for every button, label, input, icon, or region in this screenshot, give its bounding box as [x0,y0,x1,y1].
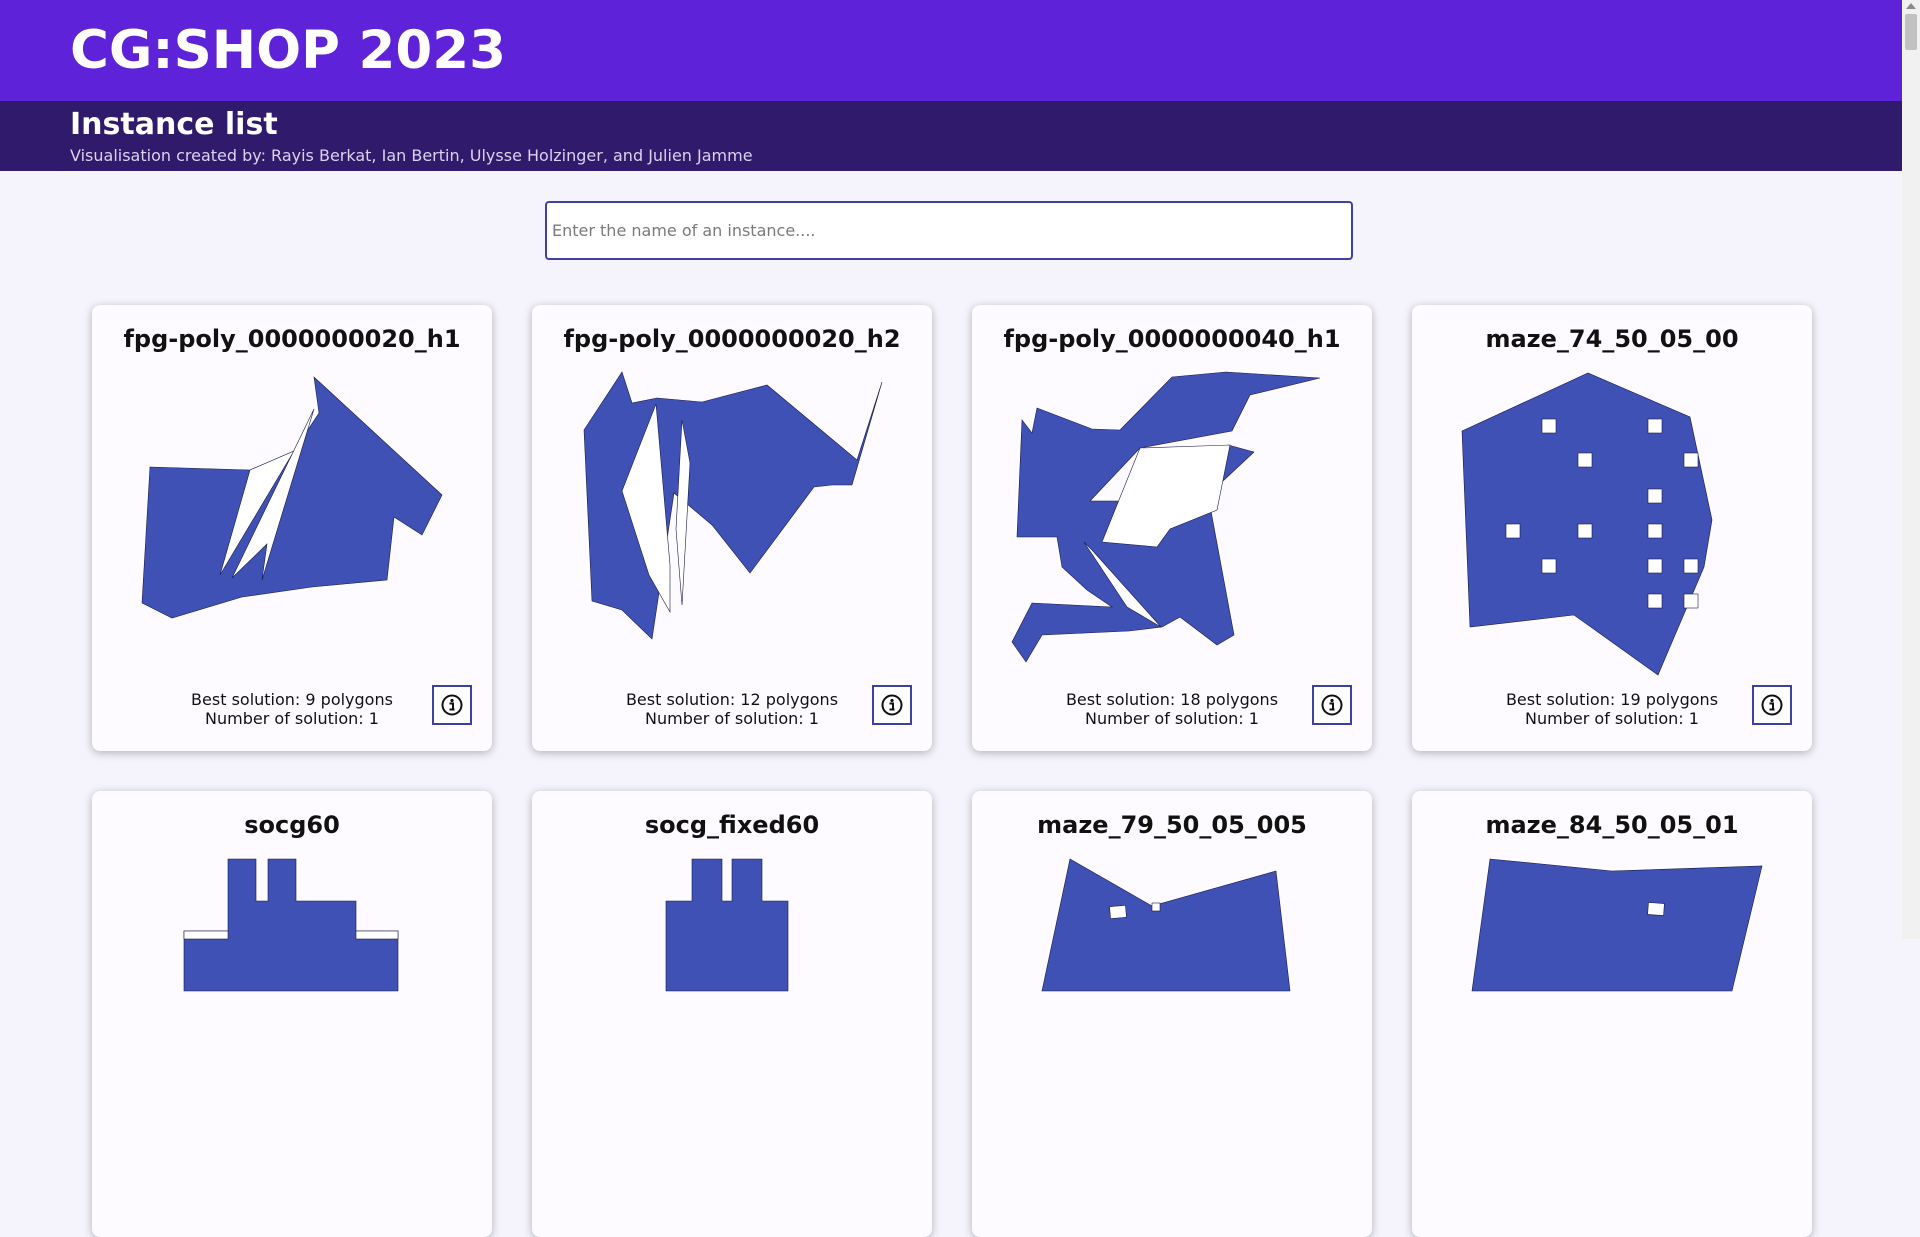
instance-polygon-preview [1041,858,1291,992]
site-title: CG:SHOP 2023 [70,20,506,81]
instance-card[interactable]: fpg-poly_0000000020_h1 Best solution: 9 … [92,305,492,751]
credits-text: Visualisation created by: Rayis Berkat, … [70,146,753,165]
instance-polygon-preview [183,858,399,992]
info-button[interactable] [1752,685,1792,725]
info-icon [1321,694,1343,716]
instance-card[interactable]: maze_84_50_05_01 [1412,791,1812,1237]
instance-card[interactable]: fpg-poly_0000000020_h2 Best solution: 12… [532,305,932,751]
instance-card[interactable]: socg_fixed60 [532,791,932,1237]
info-icon [441,694,463,716]
page-header: Instance list Visualisation created by: … [0,101,1902,171]
instance-search-input[interactable] [545,201,1353,260]
instance-polygon-preview [665,858,789,992]
instance-card[interactable]: maze_74_50_05_00 Best solution: 19 polyg… [1412,305,1812,751]
instance-card[interactable]: socg60 [92,791,492,1237]
info-icon [881,694,903,716]
instance-polygon-preview [1471,858,1763,992]
instance-card[interactable]: maze_79_50_05_005 [972,791,1372,1237]
scroll-up-arrow-icon[interactable] [1906,3,1916,9]
info-button[interactable] [432,685,472,725]
info-icon [1761,694,1783,716]
instance-card[interactable]: fpg-poly_0000000040_h1 Best solution: 18… [972,305,1372,751]
info-button[interactable] [872,685,912,725]
scrollbar[interactable] [1902,0,1920,939]
scrollbar-thumb[interactable] [1905,14,1917,50]
page-title: Instance list [70,107,278,142]
site-header: CG:SHOP 2023 [0,0,1902,101]
info-button[interactable] [1312,685,1352,725]
